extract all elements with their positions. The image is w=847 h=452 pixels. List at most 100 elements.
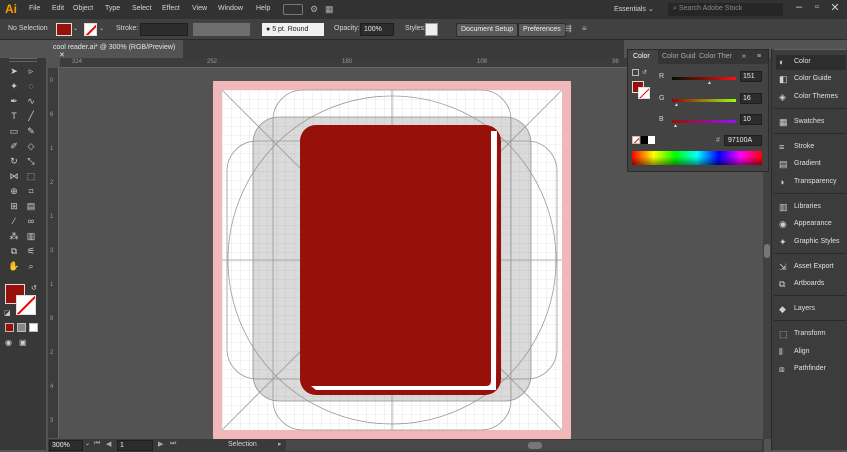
g-value-field[interactable]: 16 xyxy=(740,93,762,104)
stroke-color-swatch[interactable] xyxy=(638,87,650,99)
dock-item-color-themes[interactable]: ◈ Color Themes xyxy=(776,90,846,105)
white-swatch[interactable] xyxy=(648,136,655,144)
zoom-tool-icon[interactable]: ⌕ xyxy=(24,259,38,273)
g-slider-thumb-icon[interactable]: ▲ xyxy=(674,102,679,108)
none-swatch[interactable] xyxy=(632,136,640,144)
minimize-icon[interactable]: – xyxy=(790,1,808,17)
dock-item-stroke[interactable]: ≡ Stroke xyxy=(776,140,846,155)
dock-item-layers[interactable]: ◆ Layers xyxy=(776,302,846,317)
scroll-thumb[interactable] xyxy=(528,442,542,449)
dock-item-appearance[interactable]: ◉ Appearance xyxy=(776,217,846,232)
shape-builder-tool-icon[interactable]: ⊕ xyxy=(7,184,21,198)
menu-view[interactable]: View xyxy=(192,5,207,12)
maximize-icon[interactable]: ▫ xyxy=(808,1,826,17)
dock-grip[interactable] xyxy=(774,49,846,54)
search-input[interactable]: ⌕ Search Adobe Stock xyxy=(668,3,783,16)
perspective-grid-tool-icon[interactable]: ⌗ xyxy=(24,184,38,198)
swap-colors-icon[interactable]: ↺ xyxy=(642,69,647,76)
symbol-sprayer-tool-icon[interactable]: ⁂ xyxy=(7,229,21,243)
scroll-thumb[interactable] xyxy=(764,244,770,258)
direct-selection-tool-icon[interactable]: ▹ xyxy=(24,64,38,78)
pen-tool-icon[interactable]: ✒ xyxy=(7,94,21,108)
dock-item-asset-export[interactable]: ⇲ Asset Export xyxy=(776,260,846,275)
next-artboard-icon[interactable]: ▶ xyxy=(158,440,163,448)
menu-object[interactable]: Object xyxy=(73,5,93,12)
menu-help[interactable]: Help xyxy=(256,5,270,12)
drawing-mode-icon[interactable]: ◉ xyxy=(5,338,12,347)
gradient-tool-icon[interactable]: ▤ xyxy=(24,199,38,213)
r-value-field[interactable]: 151 xyxy=(740,71,762,82)
previous-artboard-icon[interactable]: ◀ xyxy=(106,440,111,448)
dock-item-color-guide[interactable]: ◧ Color Guide xyxy=(776,72,846,87)
scale-tool-icon[interactable]: ⤡ xyxy=(24,154,38,168)
eraser-tool-icon[interactable]: ◇ xyxy=(24,139,38,153)
color-mode-icon[interactable] xyxy=(5,323,14,332)
type-tool-icon[interactable]: T xyxy=(7,109,21,123)
gradient-mode-icon[interactable] xyxy=(17,323,26,332)
rotate-tool-icon[interactable]: ↻ xyxy=(7,154,21,168)
workspace-switcher[interactable]: Essentials ⌄ xyxy=(614,5,654,13)
dock-item-gradient[interactable]: ▤ Gradient xyxy=(776,157,846,172)
tab-color-themes[interactable]: Color Ther xyxy=(699,53,732,60)
screen-mode-icon[interactable]: ▣ xyxy=(19,338,27,347)
hex-value-field[interactable]: 97100A xyxy=(724,135,762,146)
b-slider[interactable] xyxy=(672,120,736,123)
g-slider[interactable] xyxy=(672,99,736,102)
b-value-field[interactable]: 10 xyxy=(740,114,762,125)
stroke-weight-field[interactable] xyxy=(140,23,188,36)
artboard-number-field[interactable]: 1 xyxy=(117,440,153,451)
tab-color[interactable]: Color xyxy=(628,50,658,64)
color-spectrum[interactable] xyxy=(632,151,762,165)
column-graph-tool-icon[interactable]: ▥ xyxy=(24,229,38,243)
shaper-tool-icon[interactable]: ✐ xyxy=(7,139,21,153)
variable-width-profile[interactable] xyxy=(193,23,250,36)
b-slider-thumb-icon[interactable]: ▲ xyxy=(673,123,678,129)
stroke-mini-icon[interactable] xyxy=(632,69,639,76)
artboard-tool-icon[interactable]: ⧉ xyxy=(7,244,21,258)
sync-icon[interactable]: ⚙ xyxy=(310,4,318,15)
arrange-documents-icon[interactable]: ▦ xyxy=(325,4,334,15)
dock-item-color[interactable]: ◐ Color xyxy=(776,55,846,70)
book-cover[interactable] xyxy=(300,125,501,395)
last-artboard-icon[interactable]: ⏭ xyxy=(170,440,176,448)
dock-item-pathfinder[interactable]: ⧈ Pathfinder xyxy=(776,362,846,377)
tab-color-guide[interactable]: Color Guid xyxy=(662,53,695,60)
dock-item-artboards[interactable]: ⧉ Artboards xyxy=(776,277,846,292)
menu-select[interactable]: Select xyxy=(132,5,151,12)
expand-panel-icon[interactable]: » xyxy=(742,53,746,60)
dock-item-transform[interactable]: ⬚ Transform xyxy=(776,327,846,342)
horizontal-scrollbar[interactable] xyxy=(286,440,762,451)
rectangle-tool-icon[interactable]: ▭ xyxy=(7,124,21,138)
default-colors-icon[interactable]: ◪ xyxy=(4,309,11,317)
dock-item-graphic-styles[interactable]: ✦ Graphic Styles xyxy=(776,235,846,250)
bridge-button[interactable] xyxy=(283,4,303,15)
menu-window[interactable]: Window xyxy=(218,5,243,12)
menu-edit[interactable]: Edit xyxy=(52,5,64,12)
selection-tool-icon[interactable]: ➤ xyxy=(7,64,21,78)
opacity-field[interactable]: 100% xyxy=(360,23,394,36)
free-transform-tool-icon[interactable]: ⬚ xyxy=(24,169,38,183)
chevron-down-icon[interactable]: ⌄ xyxy=(85,440,90,447)
curvature-tool-icon[interactable]: ∿ xyxy=(24,94,38,108)
dock-item-transparency[interactable]: ◑ Transparency xyxy=(776,175,846,190)
menu-lines-icon[interactable]: ≡ xyxy=(582,24,587,33)
toolbar-grip[interactable] xyxy=(9,58,37,62)
document-tab[interactable]: cool reader.ai* @ 300% (RGB/Preview) ✕ xyxy=(48,40,183,59)
stroke-swatch[interactable] xyxy=(84,23,97,36)
dock-item-align[interactable]: ⫴ Align xyxy=(776,345,846,360)
eyedropper-tool-icon[interactable]: ⁄ xyxy=(7,214,21,228)
line-tool-icon[interactable]: ╱ xyxy=(24,109,38,123)
slice-tool-icon[interactable]: ⚟ xyxy=(24,244,38,258)
width-tool-icon[interactable]: ⋈ xyxy=(7,169,21,183)
zoom-field[interactable]: 300% xyxy=(49,440,83,451)
r-slider-thumb-icon[interactable]: ▲ xyxy=(707,80,712,86)
brush-definition[interactable]: ● 5 pt. Round xyxy=(262,23,324,36)
mesh-tool-icon[interactable]: ⊞ xyxy=(7,199,21,213)
menu-effect[interactable]: Effect xyxy=(162,5,180,12)
dock-item-libraries[interactable]: ▥ Libraries xyxy=(776,200,846,215)
paintbrush-tool-icon[interactable]: ✎ xyxy=(24,124,38,138)
blend-tool-icon[interactable]: ∞ xyxy=(24,214,38,228)
menu-type[interactable]: Type xyxy=(105,5,120,12)
status-menu-icon[interactable]: ▸ xyxy=(278,440,282,448)
lasso-tool-icon[interactable]: ◌ xyxy=(24,79,38,93)
